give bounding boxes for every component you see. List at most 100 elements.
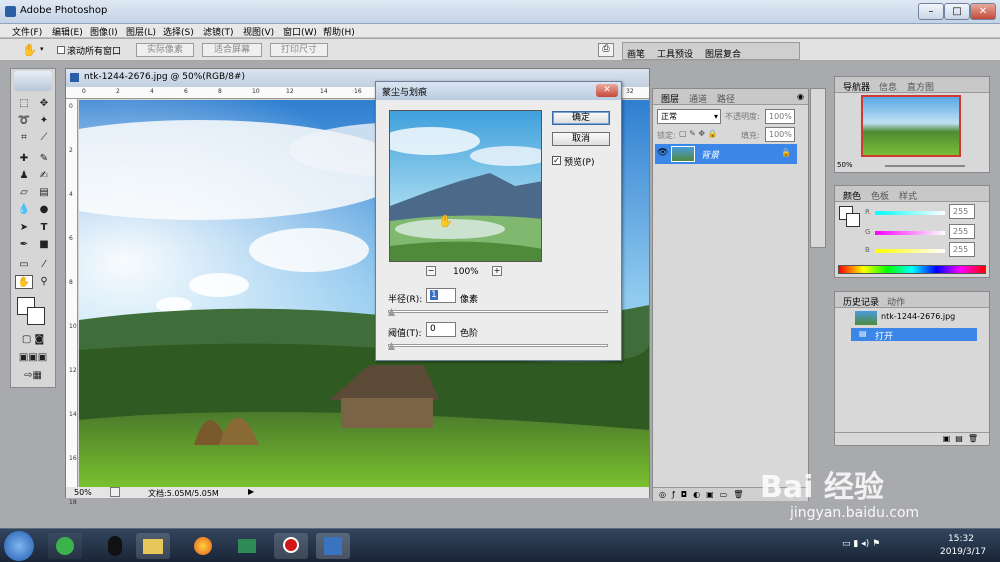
tab-layers[interactable]: 图层: [661, 92, 679, 105]
menu-file[interactable]: 文件(F): [12, 25, 42, 38]
minimize-button[interactable]: –: [918, 3, 944, 20]
menu-layer[interactable]: 图层(L): [126, 25, 156, 38]
eraser-tool-icon[interactable]: ▱: [15, 186, 33, 200]
history-footer-icons[interactable]: ▣▤🗑: [835, 432, 989, 445]
tab-tool-presets[interactable]: 工具预设: [657, 47, 693, 60]
menu-select[interactable]: 选择(S): [163, 25, 194, 38]
screen-recorder-icon[interactable]: [274, 533, 308, 559]
gradient-tool-icon[interactable]: ▤: [35, 186, 53, 200]
shape-tool-icon[interactable]: ■: [35, 238, 53, 252]
status-options-icon[interactable]: [110, 487, 120, 497]
clone-stamp-tool-icon[interactable]: ♟: [15, 169, 33, 183]
menu-filter[interactable]: 滤镜(T): [203, 25, 234, 38]
tab-info[interactable]: 信息: [879, 80, 897, 93]
scroll-all-checkbox[interactable]: [57, 46, 65, 54]
clock-date[interactable]: 2019/3/17: [940, 547, 986, 557]
red-slider[interactable]: [875, 211, 945, 215]
zoom-tool-icon[interactable]: ⚲: [35, 275, 53, 289]
brush-tool-icon[interactable]: ✎: [35, 152, 53, 166]
dodge-tool-icon[interactable]: ●: [35, 203, 53, 217]
green-slider[interactable]: [875, 231, 945, 235]
navigator-zoom-slider[interactable]: [885, 165, 965, 167]
color-ramp[interactable]: [838, 265, 986, 274]
ok-button[interactable]: 确定: [552, 111, 610, 125]
tab-histogram[interactable]: 直方图: [907, 80, 934, 93]
tab-paths[interactable]: 路径: [717, 92, 735, 105]
history-source-row[interactable]: ntk-1244-2676.jpg: [837, 309, 987, 327]
tab-actions[interactable]: 动作: [887, 295, 905, 308]
ruler-vertical[interactable]: 0 2 4 6 8 10 12 14 16 18: [66, 99, 78, 506]
eye-icon[interactable]: 👁: [657, 148, 668, 158]
jump-to-imageready-icon[interactable]: ⇨▦: [13, 369, 53, 383]
tab-layer-comps[interactable]: 图层复合: [705, 47, 741, 60]
layer-row-background[interactable]: 👁 背景 🔒: [655, 144, 797, 164]
file-explorer-icon[interactable]: [136, 533, 170, 559]
opacity-input[interactable]: 100%: [765, 109, 795, 124]
close-button[interactable]: ✕: [970, 3, 996, 20]
preview-zoom-in-button[interactable]: +: [492, 266, 502, 276]
feather-logo-icon[interactable]: [14, 71, 52, 91]
status-menu-arrow-icon[interactable]: ▶: [248, 487, 254, 496]
move-tool-icon[interactable]: ✥: [35, 97, 53, 111]
crop-tool-icon[interactable]: ⌗: [15, 131, 33, 145]
type-tool-icon[interactable]: T: [35, 221, 53, 235]
green-input[interactable]: 255: [949, 224, 975, 239]
lock-icons[interactable]: ▢ ✎ ✥ 🔒: [679, 129, 718, 138]
cancel-button[interactable]: 取消: [552, 132, 610, 146]
radius-slider-track[interactable]: [388, 310, 608, 313]
media-player-icon[interactable]: [230, 533, 264, 559]
menu-edit[interactable]: 编辑(E): [52, 25, 83, 38]
fit-screen-button[interactable]: 适合屏幕: [202, 43, 262, 57]
navigator-zoom[interactable]: 50%: [837, 161, 853, 169]
blue-slider[interactable]: [875, 249, 945, 253]
screen-mode-icon[interactable]: ▣▣▣: [13, 351, 53, 365]
tab-color[interactable]: 颜色: [843, 189, 861, 202]
firefox-icon[interactable]: [186, 533, 220, 559]
threshold-slider-track[interactable]: [388, 344, 608, 347]
start-button[interactable]: [4, 531, 34, 561]
red-input[interactable]: 255: [949, 204, 975, 219]
menu-window[interactable]: 窗口(W): [283, 25, 317, 38]
pen-tool-icon[interactable]: ✒: [15, 238, 33, 252]
slice-tool-icon[interactable]: ⟋: [35, 131, 53, 145]
tray-icons[interactable]: ▭ ▮ ◂) ⚑: [842, 539, 880, 549]
hand-tool-icon[interactable]: ✋: [22, 43, 37, 57]
tab-brushes[interactable]: 画笔: [627, 47, 645, 60]
healing-brush-tool-icon[interactable]: ✚: [15, 152, 33, 166]
quick-mask-icon[interactable]: ▢ ◙: [13, 333, 53, 347]
blue-input[interactable]: 255: [949, 242, 975, 257]
menu-help[interactable]: 帮助(H): [323, 25, 355, 38]
filter-preview[interactable]: ✋: [389, 110, 542, 262]
print-size-button[interactable]: 打印尺寸: [270, 43, 328, 57]
maximize-button[interactable]: □: [944, 3, 970, 20]
menu-image[interactable]: 图像(I): [90, 25, 118, 38]
menu-view[interactable]: 视图(V): [243, 25, 274, 38]
background-color-swatch[interactable]: [27, 307, 45, 325]
qq-icon[interactable]: [98, 533, 132, 559]
palette-well-icon[interactable]: ⎙: [598, 43, 614, 57]
navigator-thumbnail[interactable]: [861, 95, 961, 157]
blend-mode-select[interactable]: 正常 ▾: [657, 109, 721, 124]
color-bg-swatch[interactable]: [846, 213, 860, 227]
notes-tool-icon[interactable]: ▭: [15, 258, 33, 272]
clock-time[interactable]: 15:32: [948, 534, 974, 544]
fill-input[interactable]: 100%: [765, 127, 795, 142]
magic-wand-tool-icon[interactable]: ✦: [35, 114, 53, 128]
history-brush-tool-icon[interactable]: ✍: [35, 169, 53, 183]
chevron-down-icon[interactable]: ▾: [40, 45, 44, 53]
tab-history[interactable]: 历史记录: [843, 295, 879, 308]
tab-navigator[interactable]: 导航器: [843, 80, 870, 93]
tab-channels[interactable]: 通道: [689, 92, 707, 105]
dialog-close-button[interactable]: ✕: [596, 84, 618, 97]
history-step-row[interactable]: ▤ 打开: [851, 328, 977, 342]
tab-styles[interactable]: 样式: [899, 189, 917, 202]
photoshop-taskbar-icon[interactable]: [316, 533, 350, 559]
actual-pixels-button[interactable]: 实际像素: [136, 43, 194, 57]
eyedropper-tool-icon[interactable]: ⁄: [35, 258, 53, 272]
tab-swatches[interactable]: 色板: [871, 189, 889, 202]
preview-zoom-out-button[interactable]: −: [426, 266, 436, 276]
hand-tool-active-icon[interactable]: ✋: [15, 275, 33, 289]
zoom-level[interactable]: 50%: [74, 488, 92, 497]
preview-checkbox[interactable]: ✓: [552, 156, 561, 165]
blur-tool-icon[interactable]: 💧: [15, 203, 33, 217]
